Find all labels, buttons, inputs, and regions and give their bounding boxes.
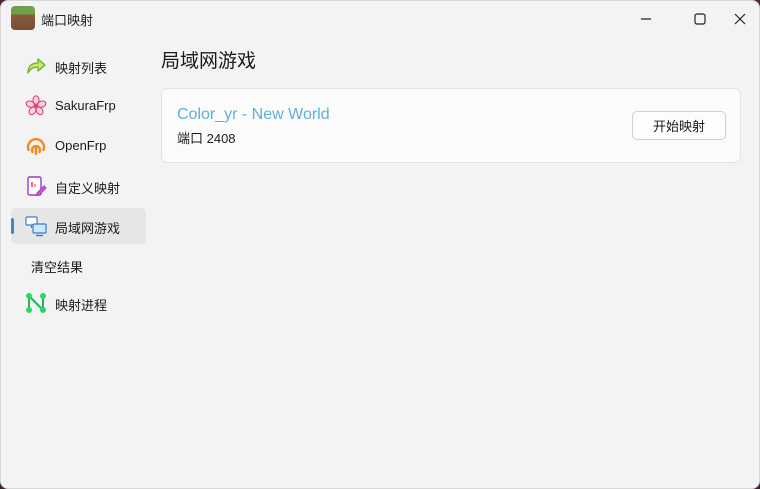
maximize-icon bbox=[694, 13, 706, 25]
sidebar-item-label: 自定义映射 bbox=[55, 181, 121, 196]
game-name: Color_yr - New World bbox=[177, 106, 330, 123]
selection-indicator bbox=[11, 218, 14, 234]
sidebar-item-custom-mapping[interactable]: 自定义映射 bbox=[11, 168, 146, 204]
sidebar-item-label: 映射列表 bbox=[55, 61, 108, 76]
sidebar-item-label: 清空结果 bbox=[31, 260, 84, 275]
minimize-button[interactable] bbox=[623, 1, 669, 37]
sidebar-item-label: OpenFrp bbox=[55, 138, 107, 153]
openfrp-logo-icon bbox=[26, 138, 46, 156]
sidebar-item-mapping-process[interactable]: 映射进程 bbox=[11, 285, 146, 321]
sidebar-item-label: 映射进程 bbox=[55, 298, 108, 313]
edit-document-icon bbox=[27, 176, 47, 197]
arrow-forward-icon bbox=[27, 58, 46, 74]
window-title: 端口映射 bbox=[41, 13, 94, 28]
sakura-flower-icon bbox=[25, 95, 47, 116]
sidebar-item-openfrp[interactable]: OpenFrp bbox=[11, 128, 146, 164]
lan-game-card: Color_yr - New World 端口 2408 开始映射 bbox=[161, 88, 741, 163]
minimize-icon bbox=[641, 18, 651, 20]
sidebar-item-clear-results[interactable]: 清空结果 bbox=[11, 247, 146, 283]
sidebar-item-label: SakuraFrp bbox=[55, 98, 116, 113]
title-bar[interactable]: 端口映射 bbox=[1, 1, 759, 37]
lan-computers-icon bbox=[25, 216, 47, 237]
sidebar-item-lan-games[interactable]: 局域网游戏 bbox=[11, 208, 146, 244]
network-nodes-icon bbox=[26, 293, 46, 313]
sidebar-item-label: 局域网游戏 bbox=[55, 221, 121, 236]
app-window: 端口映射 映射列表 SakuraFrp OpenFrp 自定义映射 局域网游戏 … bbox=[0, 0, 760, 489]
close-icon bbox=[734, 13, 746, 25]
close-button[interactable] bbox=[717, 1, 759, 37]
sidebar-item-mapping-list[interactable]: 映射列表 bbox=[11, 48, 146, 84]
game-port: 端口 2408 bbox=[177, 131, 236, 146]
sidebar-item-sakurafrp[interactable]: SakuraFrp bbox=[11, 88, 146, 124]
page-title: 局域网游戏 bbox=[161, 51, 257, 72]
start-mapping-button[interactable]: 开始映射 bbox=[632, 111, 726, 140]
app-logo-icon bbox=[11, 6, 35, 30]
